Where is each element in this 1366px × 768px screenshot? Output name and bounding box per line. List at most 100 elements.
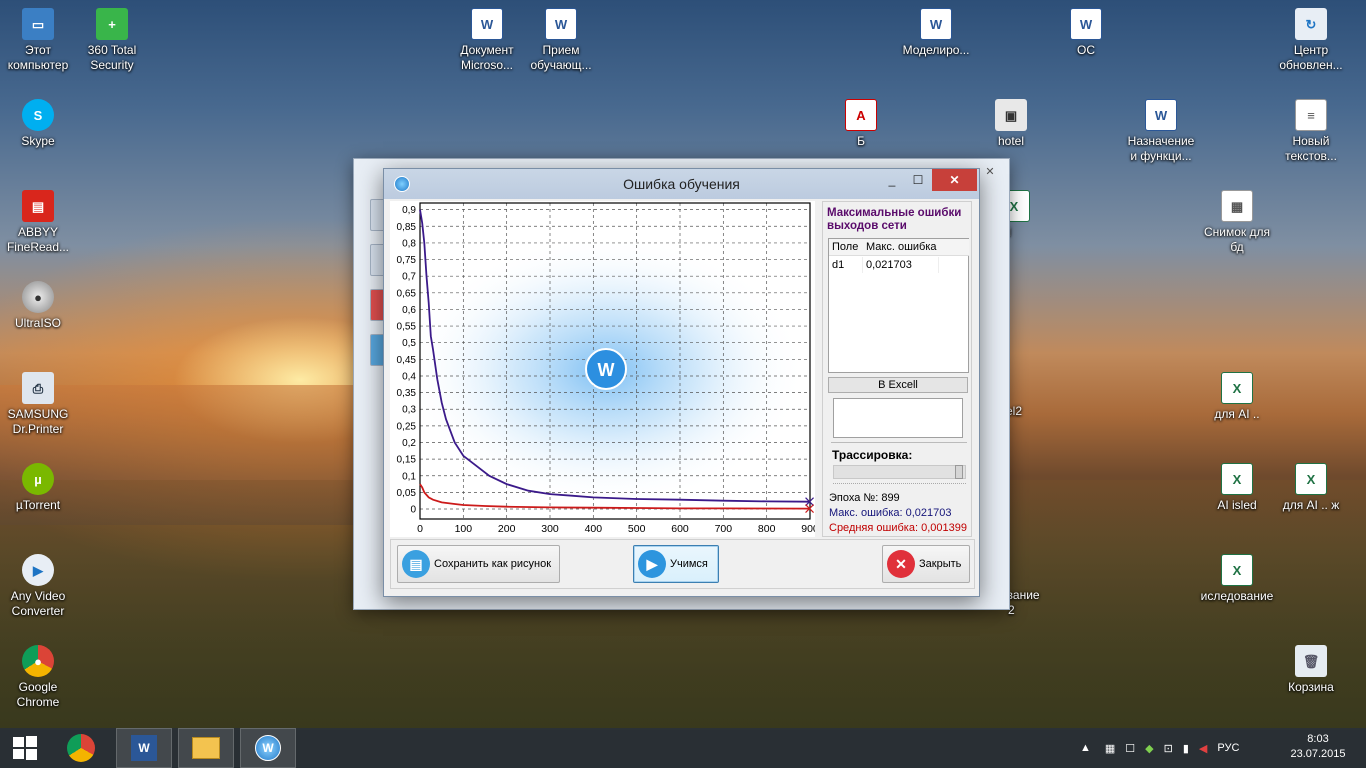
desktop-icon-abbyy[interactable]: ▤ ABBYY FineRead...: [0, 190, 76, 255]
dialog-titlebar[interactable]: Ошибка обучения _ ☐ ✕: [384, 169, 979, 199]
y-tick-label: 0,1: [402, 471, 416, 482]
desktop-icon-purpose[interactable]: W Назначение и функци...: [1123, 99, 1199, 164]
table-cell[interactable]: 0,021703: [863, 257, 939, 273]
desktop-icon-label: Этот компьютер: [7, 43, 69, 72]
desktop-icon-label: Google Chrome: [16, 680, 60, 709]
y-tick-label: 0,9: [402, 205, 416, 216]
x-tick-label: 400: [585, 523, 603, 535]
column-header-max-error[interactable]: Макс. ошибка: [863, 239, 969, 256]
desktop-icon-video-converter[interactable]: ▶ Any Video Converter: [0, 554, 76, 619]
desktop-icon-excel2[interactable]: X AI isled: [1199, 463, 1275, 513]
column-header-field[interactable]: Поле: [829, 239, 863, 256]
tray-language[interactable]: РУС: [1217, 742, 1239, 754]
close-window-button[interactable]: ✕: [932, 169, 977, 191]
export-excel-button[interactable]: В Excell: [828, 377, 968, 393]
desktop-icon-360[interactable]: + 360 Total Security: [74, 8, 150, 73]
windows-start-icon: [13, 736, 37, 760]
taskbar-word[interactable]: W: [116, 728, 172, 768]
desktop-icon-doc3[interactable]: W Моделиро...: [898, 8, 974, 58]
word-doc-icon: W: [920, 8, 952, 40]
utorrent-icon: µ: [22, 463, 54, 495]
y-tick-label: 0,7: [402, 272, 416, 283]
desktop-icon-label: Документ Microso...: [460, 43, 514, 72]
desktop-icon-excel1[interactable]: X для AI ..: [1199, 372, 1275, 422]
trace-slider[interactable]: [833, 465, 966, 479]
network-icon: ▣: [995, 99, 1027, 131]
desktop-icon-hotel[interactable]: ▣ hotel: [973, 99, 1049, 149]
tray-action-icon[interactable]: ☐: [1125, 742, 1135, 755]
trace-slider-thumb[interactable]: [955, 465, 963, 479]
desktop-icon-chrome[interactable]: ● Google Chrome: [0, 645, 76, 710]
desktop-icon-label: UltraISO: [14, 316, 61, 330]
skype-icon: S: [22, 99, 54, 131]
disc-icon: ●: [22, 281, 54, 313]
taskbar: W W ▲ ▦ ☐ ◆ ⊡ ▮ ◀ РУС 8:03 23.07.2015: [0, 728, 1366, 768]
desktop-icon-update[interactable]: ↻ Центр обновлен...: [1273, 8, 1349, 73]
desktop-icon-label: Прием обучающ...: [530, 43, 592, 72]
start-button[interactable]: [0, 728, 50, 768]
desktop-icon-label: для AI ..: [1214, 407, 1260, 421]
desktop-icon-os[interactable]: W ОС: [1048, 8, 1124, 58]
errors-table[interactable]: Поле Макс. ошибка d1 0,021703: [828, 238, 969, 373]
desktop-icon-excel4[interactable]: X иследование: [1199, 554, 1275, 604]
neural-app-icon: W: [255, 735, 281, 761]
desktop-icon-samsung[interactable]: ⎙ SAMSUNG Dr.Printer: [0, 372, 76, 437]
desktop-icon-partial-label: 2: [1008, 603, 1015, 617]
y-tick-label: 0,35: [397, 388, 417, 399]
desktop-icon-excel3[interactable]: X для AI .. ж: [1273, 463, 1349, 513]
parent-close-icon[interactable]: ✕: [981, 165, 999, 181]
error-chart-svg: 0 100 200 300 400 500 600 700 800 900 0 0,05 0,1 0,15…: [397, 202, 815, 535]
minimize-button[interactable]: _: [882, 169, 902, 191]
y-tick-label: 0,85: [397, 222, 417, 233]
taskbar-explorer[interactable]: [178, 728, 234, 768]
tray-volume-icon[interactable]: ◀: [1199, 742, 1207, 755]
table-cell[interactable]: d1: [829, 257, 863, 273]
desktop-icon-skype[interactable]: S Skype: [0, 99, 76, 149]
desktop-icon-ultraiso[interactable]: ● UltraISO: [0, 281, 76, 331]
desktop-icon-pdf[interactable]: A Б: [823, 99, 899, 149]
taskbar-chrome[interactable]: [56, 728, 106, 768]
desktop-icon-label: hotel: [997, 134, 1025, 148]
word-doc-icon: W: [545, 8, 577, 40]
slider-ticks: [833, 483, 966, 486]
x-tick-label: 500: [628, 523, 646, 535]
tray-expand-icon[interactable]: ▲: [1080, 742, 1091, 754]
taskbar-neural-app[interactable]: W: [240, 728, 296, 768]
clock-time: 8:03: [1307, 733, 1329, 745]
close-button[interactable]: ✕ Закрыть: [882, 545, 970, 583]
desktop-icon-doc1[interactable]: W Документ Microso...: [449, 8, 525, 73]
epoch-text: Эпоха №: 899: [829, 492, 900, 504]
desktop-icon-label: Новый текстов...: [1285, 134, 1337, 163]
desktop-icon-doc2[interactable]: W Прием обучающ...: [523, 8, 599, 73]
excel-icon: X: [1221, 372, 1253, 404]
clock-date: 23.07.2015: [1290, 748, 1346, 760]
learn-button[interactable]: ▶ Учимся: [633, 545, 719, 583]
desktop-icon-snapshot[interactable]: ▦ Снимок для бд: [1199, 190, 1275, 255]
excel-icon: X: [1295, 463, 1327, 495]
x-tick-label: 600: [671, 523, 689, 535]
x-tick-label: 800: [758, 523, 776, 535]
pdf-icon: A: [845, 99, 877, 131]
y-tick-label: 0,05: [397, 488, 417, 499]
chrome-icon: ●: [22, 645, 54, 677]
desktop-icon-label: ABBYY FineRead...: [6, 225, 70, 254]
desktop-icon-textfile[interactable]: ≡ Новый текстов...: [1273, 99, 1349, 164]
desktop-icon-recycle[interactable]: 🗑 Корзина: [1273, 645, 1349, 695]
output-box: [833, 398, 963, 438]
desktop-icon-utorrent[interactable]: µ µTorrent: [0, 463, 76, 513]
max-errors-panel: Максимальные ошибки выходов сети Поле Ма…: [822, 201, 972, 537]
tray-network-icon[interactable]: ⊡: [1164, 742, 1173, 755]
desktop-icon-computer[interactable]: ▭ Этот компьютер: [0, 8, 76, 73]
desktop-icon-label: Skype: [21, 134, 55, 148]
tray-battery-icon[interactable]: ▮: [1183, 742, 1189, 755]
tray-360-icon[interactable]: ◆: [1145, 742, 1153, 755]
tray-windows-icon[interactable]: ▦: [1105, 742, 1115, 755]
clock[interactable]: 8:03 23.07.2015: [1288, 732, 1348, 762]
recycle-bin-icon: 🗑: [1295, 645, 1327, 677]
maximize-button[interactable]: ☐: [908, 169, 928, 191]
max-error-text: Макс. ошибка: 0,021703: [829, 507, 952, 519]
save-image-button[interactable]: ▤ Сохранить как рисунок: [397, 545, 560, 583]
close-icon: ✕: [887, 550, 915, 578]
word-icon: W: [131, 735, 157, 761]
desktop-icon-label: µTorrent: [15, 498, 61, 512]
